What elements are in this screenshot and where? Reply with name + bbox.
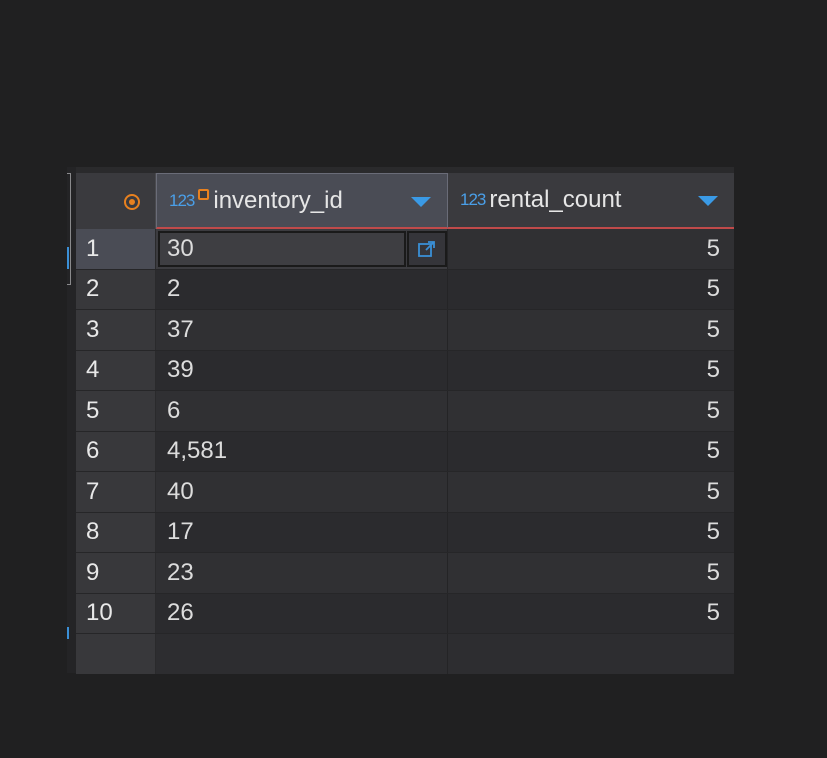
cell-rental-count[interactable]: 5 xyxy=(448,593,734,633)
row-number[interactable]: 8 xyxy=(76,512,156,552)
table-row[interactable]: 2 2 5 xyxy=(76,269,734,310)
row-number[interactable]: 5 xyxy=(76,391,156,431)
cell-empty xyxy=(448,634,734,674)
scroll-marker xyxy=(67,627,69,639)
column-label: inventory_id xyxy=(213,186,343,214)
key-icon xyxy=(198,189,210,200)
cell-rental-count[interactable]: 5 xyxy=(448,553,734,593)
cell-rental-count[interactable]: 5 xyxy=(448,391,734,431)
cell-value: 37 xyxy=(167,315,194,343)
cell-inventory-id[interactable]: 17 xyxy=(156,512,448,552)
table-row[interactable]: 5 6 5 xyxy=(76,391,734,432)
empty-row xyxy=(76,634,734,674)
cell-inventory-id[interactable]: 2 xyxy=(156,269,448,309)
record-mode-icon[interactable] xyxy=(124,194,140,210)
select-all-cell[interactable] xyxy=(76,173,156,229)
row-number[interactable]: 4 xyxy=(76,350,156,390)
sort-down-icon[interactable] xyxy=(411,197,431,207)
grid-header: 123 inventory_id 123 rental_count xyxy=(76,173,734,229)
table-row[interactable]: 7 40 5 xyxy=(76,472,734,513)
cell-value: 23 xyxy=(167,558,194,586)
column-header-rental-count[interactable]: 123 rental_count xyxy=(448,173,734,229)
cell-rental-count[interactable]: 5 xyxy=(448,512,734,552)
row-number[interactable]: 10 xyxy=(76,593,156,633)
row-number[interactable]: 7 xyxy=(76,472,156,512)
row-number[interactable]: 1 xyxy=(76,229,156,269)
row-number[interactable]: 6 xyxy=(76,431,156,471)
cell-value: 40 xyxy=(167,477,194,505)
cell-value: 2 xyxy=(167,275,181,303)
cell-empty xyxy=(156,634,448,674)
table-row[interactable]: 3 37 5 xyxy=(76,310,734,351)
grid-body: 1 30 5 2 2 5 3 37 5 4 39 5 5 6 5 6 4,581… xyxy=(76,229,734,674)
cell-value: 6 xyxy=(167,396,181,424)
row-number[interactable]: 9 xyxy=(76,553,156,593)
cell-inventory-id[interactable]: 6 xyxy=(156,391,448,431)
row-number-empty xyxy=(76,634,156,674)
cell-inventory-id[interactable]: 30 xyxy=(156,229,448,269)
column-label: rental_count xyxy=(489,186,622,213)
selected-cell-outline xyxy=(158,231,406,267)
table-row[interactable]: 10 26 5 xyxy=(76,593,734,634)
table-row[interactable]: 6 4,581 5 xyxy=(76,431,734,472)
result-grid: 123 inventory_id 123 rental_count 1 30 5… xyxy=(67,167,734,674)
cell-value: 30 xyxy=(167,234,194,262)
cell-inventory-id[interactable]: 23 xyxy=(156,553,448,593)
cell-inventory-id[interactable]: 26 xyxy=(156,593,448,633)
table-row[interactable]: 4 39 5 xyxy=(76,350,734,391)
cell-value: 26 xyxy=(167,599,194,627)
cell-rental-count[interactable]: 5 xyxy=(448,229,734,269)
row-number[interactable]: 3 xyxy=(76,310,156,350)
cell-inventory-id[interactable]: 40 xyxy=(156,472,448,512)
cell-value: 4,581 xyxy=(167,437,228,465)
table-row[interactable]: 9 23 5 xyxy=(76,553,734,594)
open-value-button[interactable] xyxy=(407,231,447,267)
cell-rental-count[interactable]: 5 xyxy=(448,431,734,471)
cell-inventory-id[interactable]: 39 xyxy=(156,350,448,390)
column-header-inventory-id[interactable]: 123 inventory_id xyxy=(156,173,448,229)
external-link-icon xyxy=(418,241,435,257)
table-row[interactable]: 8 17 5 xyxy=(76,512,734,553)
cell-rental-count[interactable]: 5 xyxy=(448,472,734,512)
cell-inventory-id[interactable]: 4,581 xyxy=(156,431,448,471)
cell-rental-count[interactable]: 5 xyxy=(448,310,734,350)
row-number[interactable]: 2 xyxy=(76,269,156,309)
cell-inventory-id[interactable]: 37 xyxy=(156,310,448,350)
sort-down-icon[interactable] xyxy=(698,196,718,206)
table-row[interactable]: 1 30 5 xyxy=(76,229,734,270)
cell-value: 39 xyxy=(167,356,194,384)
cell-value: 17 xyxy=(167,518,194,546)
cell-rental-count[interactable]: 5 xyxy=(448,350,734,390)
numeric-type-icon: 123 xyxy=(169,190,195,210)
cell-rental-count[interactable]: 5 xyxy=(448,269,734,309)
left-gutter xyxy=(67,167,76,673)
numeric-type-icon: 123 xyxy=(460,190,486,209)
scroll-marker xyxy=(67,247,69,269)
